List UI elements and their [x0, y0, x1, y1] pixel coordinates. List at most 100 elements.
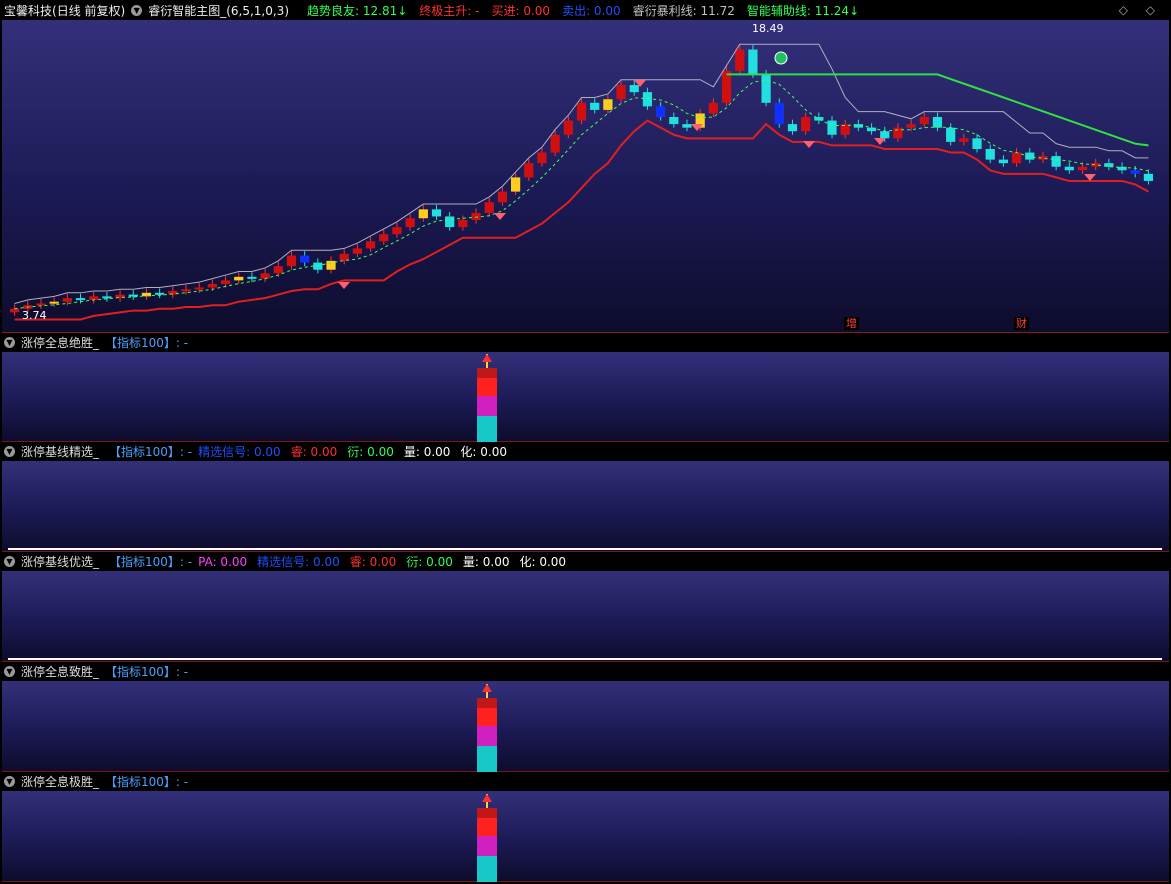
spike-block [477, 836, 497, 856]
chevron-down-icon[interactable]: ▼ [4, 556, 15, 567]
spike-block [477, 416, 497, 442]
candle-body [866, 127, 877, 132]
candle-body [682, 124, 692, 128]
diamond-icon[interactable]: ◇ [1119, 3, 1128, 17]
candle-body [1143, 173, 1154, 181]
price-high-label: 18.49 [752, 22, 784, 35]
candle-body [49, 301, 59, 304]
subpanel-4-name[interactable]: 涨停全息致胜_ [21, 663, 99, 680]
subpanel-4-header: ▼ 涨停全息致胜_ 【指标100】 : - [0, 662, 1171, 681]
candle-body [1130, 170, 1140, 174]
candle-body [458, 220, 468, 228]
subpanel-2-suffix: : - [179, 444, 193, 459]
envelope-line [14, 43, 1149, 304]
subpanel-2[interactable] [2, 461, 1169, 552]
signal-spike [477, 794, 497, 882]
candle-body [405, 218, 415, 228]
subpanel-3-tag: 【指标100】 [109, 555, 180, 569]
candle-body [326, 260, 336, 270]
candle-body [721, 70, 732, 103]
main-price-chart[interactable]: 18.49 3.74 增 财 [2, 20, 1169, 333]
chevron-icon[interactable]: ◇ [1146, 3, 1155, 17]
baseline [8, 658, 1162, 660]
subpanel-1-header: ▼ 涨停全息绝胜_ 【指标100】 : - [0, 333, 1171, 352]
candle-body [616, 85, 626, 100]
subpanel-5-tag: 【指标100】 [105, 775, 176, 789]
subpanel-3-name[interactable]: 涨停基线优选_ [21, 553, 99, 570]
candle-body [814, 117, 824, 121]
candle-body [919, 117, 929, 125]
spike-block [477, 378, 497, 396]
candle-body [893, 127, 903, 139]
diamond-signal-icon [803, 141, 815, 148]
subpanel-2-tag: 【指标100】 [109, 445, 180, 459]
field-readout: 量: 0.00 [403, 445, 451, 459]
subpanel-3[interactable] [2, 571, 1169, 662]
window-controls[interactable]: ◇ ◇ [1119, 3, 1161, 17]
spike-block [477, 818, 497, 836]
spike-arrow-icon [482, 794, 492, 802]
candle-body [1077, 166, 1088, 171]
candle-body [510, 177, 521, 192]
candle-body [603, 99, 613, 110]
candle-body [1011, 152, 1022, 164]
subpanel-1-name[interactable]: 涨停全息绝胜_ [21, 334, 99, 351]
candle-body [1025, 152, 1035, 160]
legend-item: 卖出: 0.00 [562, 3, 621, 18]
candle-body [392, 227, 402, 235]
spike-arrow-icon [482, 684, 492, 692]
subpanel-5-name[interactable]: 涨停全息极胜_ [21, 773, 99, 790]
chevron-down-icon[interactable]: ▼ [131, 4, 143, 16]
candle-body [669, 117, 679, 125]
field-readout: 精选信号: 0.00 [257, 555, 340, 569]
subpanel-1[interactable] [2, 352, 1169, 442]
marker-cai: 财 [1014, 317, 1029, 330]
spike-block [477, 698, 497, 708]
candle-body [774, 102, 784, 125]
subpanel-2-name[interactable]: 涨停基线精选_ [21, 443, 99, 460]
candle-body [247, 276, 257, 279]
candle-body [708, 102, 718, 114]
candle-body [998, 159, 1009, 164]
subpanel-4[interactable] [2, 681, 1169, 772]
candle-body [524, 163, 534, 178]
candle-body [880, 131, 890, 139]
period-label: (日线 前复权) [52, 3, 126, 18]
candle-body [761, 74, 771, 103]
candle-body [194, 287, 204, 290]
candle-body [155, 292, 165, 295]
candle-body [906, 124, 916, 128]
field-readout: 化: 0.00 [519, 555, 567, 569]
chevron-down-icon[interactable]: ▼ [4, 446, 15, 457]
spike-block [477, 726, 497, 746]
diamond-signal-icon [874, 138, 886, 145]
candle-body [801, 117, 811, 132]
field-readout: 量: 0.00 [462, 555, 510, 569]
candle-body [656, 106, 666, 118]
chevron-down-icon[interactable]: ▼ [4, 666, 15, 677]
spike-block [477, 856, 497, 882]
subpanel-3-header: ▼ 涨停基线优选_ 【指标100】 : - PA: 0.00 精选信号: 0.00… [0, 552, 1171, 571]
candle-body [497, 191, 508, 203]
candle-body [576, 102, 587, 121]
subpanel-5[interactable] [2, 791, 1169, 882]
legend-item: 买进: 0.00 [491, 3, 551, 18]
chevron-down-icon[interactable]: ▼ [4, 337, 15, 348]
candle-body [234, 276, 244, 281]
spike-block [477, 396, 497, 416]
spike-block [477, 368, 497, 378]
candle-body [827, 120, 837, 135]
candle-body [590, 102, 600, 110]
subpanel-1-suffix: : - [175, 335, 189, 350]
indicator-name[interactable]: 睿衍智能主图_(6,5,1,0,3) [148, 2, 289, 19]
baseline [8, 548, 1162, 550]
candle-body [1064, 166, 1074, 171]
candle-body [300, 255, 310, 263]
candle-body [445, 216, 455, 228]
subpanel-2-header: ▼ 涨停基线精选_ 【指标100】 : - 精选信号: 0.00 睿: 0.00 衍… [0, 442, 1171, 461]
chevron-down-icon[interactable]: ▼ [4, 776, 15, 787]
candlestick-chart[interactable]: 18.49 3.74 [2, 20, 1169, 333]
diamond-signal-icon [494, 213, 506, 220]
field-readout: 衍: 0.00 [406, 555, 453, 569]
candle-body [787, 124, 798, 132]
